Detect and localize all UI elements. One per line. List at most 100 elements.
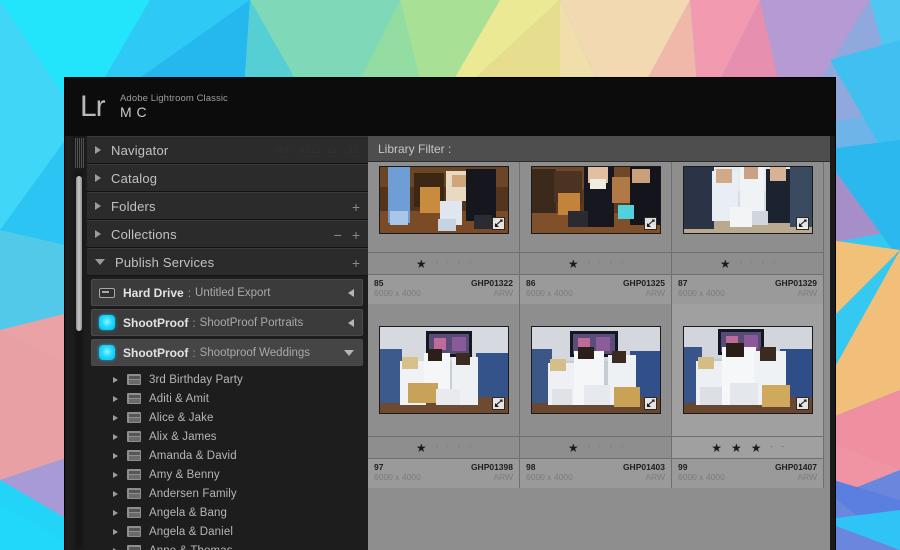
- develop-adjust-icon[interactable]: [795, 217, 809, 230]
- thumbnail-area[interactable]: [520, 304, 671, 436]
- photo-thumbnail[interactable]: [530, 166, 661, 234]
- table-row[interactable]: ★ • • • • 85 GHP01322 6000 x 4000 ARW: [368, 162, 520, 304]
- panel-header-navigator[interactable]: Navigator FIT FILL 1:1 3:1: [87, 136, 368, 164]
- table-row[interactable]: ★ • • • • 87 GHP01329 6000 x 4000 ARW: [672, 162, 824, 304]
- star-filled[interactable]: ★: [416, 442, 427, 454]
- star-empty[interactable]: •: [458, 261, 460, 267]
- star-rating[interactable]: ★ • • • •: [672, 252, 823, 274]
- star-filled[interactable]: ★: [711, 442, 722, 454]
- star-empty[interactable]: •: [610, 445, 612, 451]
- star-empty[interactable]: •: [610, 261, 612, 267]
- star-filled[interactable]: ★: [568, 258, 579, 270]
- star-empty[interactable]: •: [782, 445, 784, 451]
- star-filled[interactable]: ★: [731, 442, 742, 454]
- panel-header-collections[interactable]: Collections − +: [87, 220, 368, 248]
- thumbnail-area[interactable]: [672, 162, 823, 252]
- remove-collection-minus-icon[interactable]: −: [334, 228, 342, 242]
- library-filter-bar[interactable]: Library Filter :: [368, 136, 835, 162]
- panel-resize-grip[interactable]: [75, 138, 84, 168]
- photo-thumbnail[interactable]: [682, 166, 813, 234]
- table-row[interactable]: ★ • • • • 86 GHP01325 6000 x 4000 ARW: [520, 162, 672, 304]
- star-empty[interactable]: •: [469, 445, 471, 451]
- star-filled[interactable]: ★: [751, 442, 762, 454]
- thumbnail-area[interactable]: [368, 162, 519, 252]
- disclosure-triangle-icon[interactable]: [95, 230, 101, 238]
- publish-service-shootproof-weddings[interactable]: ShootProof : Shootproof Weddings: [91, 339, 363, 366]
- star-empty[interactable]: •: [771, 445, 773, 451]
- star-empty[interactable]: •: [599, 261, 601, 267]
- add-publish-service-plus-icon[interactable]: +: [352, 256, 360, 270]
- disclosure-triangle-icon[interactable]: [113, 490, 118, 497]
- publish-service-shootproof-portraits[interactable]: ShootProof : ShootProof Portraits: [91, 309, 363, 336]
- disclosure-triangle-icon[interactable]: [113, 414, 118, 421]
- star-empty[interactable]: •: [621, 445, 623, 451]
- disclosure-triangle-icon[interactable]: [113, 433, 118, 440]
- panel-header-publish-services[interactable]: Publish Services +: [87, 248, 368, 276]
- star-filled[interactable]: ★: [416, 258, 427, 270]
- thumbnail-area[interactable]: [672, 304, 823, 436]
- disclosure-triangle-icon[interactable]: [95, 202, 101, 210]
- develop-adjust-icon[interactable]: [643, 397, 657, 410]
- star-empty[interactable]: •: [447, 445, 449, 451]
- disclosure-triangle-icon[interactable]: [113, 376, 118, 383]
- star-rating[interactable]: ★ • • • •: [368, 252, 519, 274]
- table-row[interactable]: ★ ★ ★ • • 99 GHP01407 6000 x 4000 ARW: [672, 304, 824, 488]
- star-rating[interactable]: ★ • • • •: [368, 436, 519, 458]
- disclosure-triangle-icon[interactable]: [95, 174, 101, 182]
- add-collection-plus-icon[interactable]: +: [352, 228, 360, 242]
- star-empty[interactable]: •: [751, 261, 753, 267]
- star-empty[interactable]: •: [436, 445, 438, 451]
- zoom-mode-3-1[interactable]: 3:1: [345, 145, 362, 157]
- develop-adjust-icon[interactable]: [491, 397, 505, 410]
- photo-thumbnail[interactable]: [378, 326, 509, 414]
- collapse-arrow-icon[interactable]: [348, 288, 354, 297]
- list-item[interactable]: 3rd Birthday Party: [87, 370, 368, 389]
- develop-adjust-icon[interactable]: [795, 397, 809, 410]
- list-item[interactable]: Amy & Benny: [87, 465, 368, 484]
- zoom-mode-1-1[interactable]: 1:1: [323, 145, 341, 157]
- develop-adjust-icon[interactable]: [491, 217, 505, 230]
- star-empty[interactable]: •: [621, 261, 623, 267]
- star-empty[interactable]: •: [599, 445, 601, 451]
- list-item[interactable]: Angela & Bang: [87, 503, 368, 522]
- star-empty[interactable]: •: [588, 445, 590, 451]
- star-empty[interactable]: •: [588, 261, 590, 267]
- zoom-mode-fit[interactable]: FIT: [275, 145, 293, 157]
- disclosure-triangle-icon[interactable]: [113, 509, 118, 516]
- star-empty[interactable]: •: [740, 261, 742, 267]
- star-filled[interactable]: ★: [720, 258, 731, 270]
- expand-arrow-icon[interactable]: [344, 349, 354, 356]
- list-item[interactable]: Andersen Family: [87, 484, 368, 503]
- star-empty[interactable]: •: [436, 261, 438, 267]
- disclosure-triangle-icon[interactable]: [113, 452, 118, 459]
- publish-service-hard-drive[interactable]: Hard Drive : Untitled Export: [91, 279, 363, 306]
- star-filled[interactable]: ★: [568, 442, 579, 454]
- disclosure-triangle-icon[interactable]: [113, 471, 118, 478]
- list-item[interactable]: Anne & Thomas: [87, 541, 368, 550]
- panel-scrollbar-thumb[interactable]: [76, 176, 82, 331]
- list-item[interactable]: Amanda & David: [87, 446, 368, 465]
- photo-thumbnail[interactable]: [682, 326, 813, 414]
- star-empty[interactable]: •: [469, 261, 471, 267]
- thumbnail-area[interactable]: [520, 162, 671, 252]
- list-item[interactable]: Aditi & Amit: [87, 389, 368, 408]
- disclosure-triangle-icon[interactable]: [95, 146, 101, 154]
- star-rating[interactable]: ★ • • • •: [520, 436, 671, 458]
- list-item[interactable]: Angela & Daniel: [87, 522, 368, 541]
- photo-thumbnail[interactable]: [530, 326, 661, 414]
- disclosure-triangle-icon[interactable]: [95, 259, 105, 265]
- table-row[interactable]: ★ • • • • 98 GHP01403 6000 x 4000 ARW: [520, 304, 672, 488]
- list-item[interactable]: Alice & Jake: [87, 408, 368, 427]
- star-rating[interactable]: ★ • • • •: [520, 252, 671, 274]
- disclosure-triangle-icon[interactable]: [113, 528, 118, 535]
- navigator-zoom-controls[interactable]: FIT FILL 1:1 3:1: [275, 137, 362, 165]
- star-rating[interactable]: ★ ★ ★ • •: [672, 436, 823, 458]
- add-folder-plus-icon[interactable]: +: [352, 200, 360, 214]
- disclosure-triangle-icon[interactable]: [113, 395, 118, 402]
- star-empty[interactable]: •: [458, 445, 460, 451]
- develop-adjust-icon[interactable]: [643, 217, 657, 230]
- collapse-arrow-icon[interactable]: [348, 318, 354, 327]
- panel-header-folders[interactable]: Folders +: [87, 192, 368, 220]
- photo-thumbnail[interactable]: [378, 166, 509, 234]
- star-empty[interactable]: •: [447, 261, 449, 267]
